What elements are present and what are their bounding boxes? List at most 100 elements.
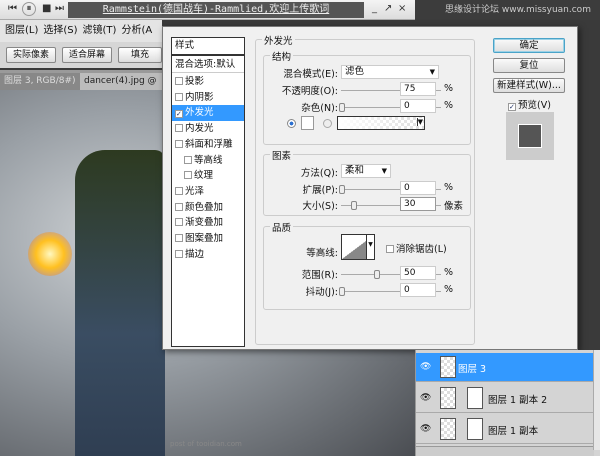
tab-dancer[interactable]: dancer(4).jpg @ 1: [80, 73, 162, 103]
eye-icon[interactable]: 👁: [420, 424, 431, 434]
eye-icon[interactable]: 👁: [420, 393, 431, 403]
elements-title: 图素: [270, 148, 294, 162]
checkbox-icon[interactable]: [175, 77, 183, 85]
technique-select[interactable]: 柔和 ▼: [341, 164, 391, 178]
opacity-label: 不透明度(O):: [281, 86, 338, 97]
noise-input[interactable]: 0: [400, 99, 436, 113]
anti-alias-checkbox[interactable]: 消除锯齿(L): [386, 241, 447, 255]
checkbox-icon[interactable]: [175, 186, 183, 195]
spread-thumb[interactable]: [339, 185, 345, 194]
style-item-label: 等高线: [194, 154, 223, 166]
contour-label: 等高线:: [306, 248, 338, 259]
next-icon[interactable]: ⏭: [55, 3, 64, 14]
stop-icon[interactable]: ■: [42, 3, 51, 14]
noise-thumb[interactable]: [339, 103, 345, 112]
style-item[interactable]: 斜面和浮雕: [172, 137, 244, 153]
blend-options-item[interactable]: 混合选项:默认: [172, 57, 244, 73]
restore-button[interactable]: ↗: [384, 3, 392, 14]
checkbox-icon[interactable]: [175, 218, 183, 227]
style-item-label: 渐变叠加: [185, 217, 224, 229]
contour-picker[interactable]: ▼: [341, 234, 375, 260]
image-watermark: post of tooidian.com: [170, 440, 242, 448]
menu-select[interactable]: 选择(S): [43, 25, 77, 36]
close-button[interactable]: ×: [398, 3, 406, 14]
checkbox-icon[interactable]: [184, 171, 192, 180]
media-player-bar: ⏮ ⏸ ■ ⏭ Rammstein(德国战车)-Rammlied,欢迎上传歌词 …: [0, 0, 415, 20]
reset-button[interactable]: 复位: [493, 58, 565, 73]
layers-scrollbar[interactable]: [593, 350, 600, 450]
style-item-label: 斜面和浮雕: [185, 138, 233, 150]
gradient-radio[interactable]: [323, 119, 332, 128]
checkbox-icon[interactable]: [175, 124, 183, 133]
ok-button[interactable]: 确定: [493, 38, 565, 53]
chevron-down-icon: ▼: [416, 118, 423, 126]
style-item[interactable]: ✓ 外发光: [172, 105, 244, 122]
tab-layer3[interactable]: 图层 3, RGB/8#): [0, 73, 80, 90]
size-input[interactable]: 30: [400, 197, 436, 211]
dancer-image: [75, 150, 165, 456]
preview-label: 预览(V): [518, 100, 551, 111]
style-item[interactable]: 描边: [172, 247, 244, 263]
styles-header[interactable]: 样式: [172, 38, 244, 56]
style-item[interactable]: 内阴影: [172, 90, 244, 106]
blend-mode-label: 混合模式(E):: [283, 69, 338, 80]
checkbox-icon[interactable]: [175, 234, 183, 242]
style-item-label: 颜色叠加: [185, 201, 224, 213]
fill-screen-button[interactable]: 填充: [118, 47, 162, 63]
actual-pixels-button[interactable]: 实际像素: [6, 47, 56, 63]
size-thumb[interactable]: [351, 201, 357, 210]
eye-icon[interactable]: 👁: [420, 362, 431, 372]
layer-name: 图层 1 副本: [488, 426, 539, 437]
layer-row[interactable]: 👁 图层 3: [416, 353, 594, 382]
style-item[interactable]: 内发光: [172, 121, 244, 137]
anti-alias-label: 消除锯齿(L): [396, 244, 447, 255]
menu-analysis[interactable]: 分析(A: [121, 25, 152, 36]
spread-unit: %: [444, 182, 454, 193]
style-item[interactable]: 纹理: [172, 168, 244, 184]
new-style-button[interactable]: 新建样式(W)...: [493, 78, 565, 93]
checkbox-checked-icon[interactable]: ✓: [175, 110, 183, 119]
fit-screen-button[interactable]: 适合屏幕: [62, 47, 112, 63]
structure-title: 结构: [270, 49, 294, 63]
opacity-input[interactable]: 75: [400, 82, 436, 96]
checkbox-icon[interactable]: [175, 139, 183, 148]
minimize-button[interactable]: _: [372, 3, 377, 14]
jitter-input[interactable]: 0: [400, 283, 436, 297]
style-item[interactable]: 投影: [172, 74, 244, 90]
size-label: 大小(S):: [302, 201, 338, 212]
style-item[interactable]: 等高线: [172, 153, 244, 169]
pause-icon[interactable]: ⏸: [22, 2, 36, 16]
checkbox-icon[interactable]: [184, 155, 192, 164]
style-preview: [506, 112, 554, 160]
checkbox-icon[interactable]: [175, 92, 183, 101]
blend-mode-select[interactable]: 滤色 ▼: [341, 65, 439, 79]
checkbox-icon[interactable]: [175, 249, 183, 258]
menu-filter[interactable]: 滤镜(T): [83, 25, 117, 36]
range-thumb[interactable]: [374, 270, 380, 279]
style-item[interactable]: 图案叠加: [172, 231, 244, 247]
layer-row[interactable]: 👁 图层 1 副本 2: [416, 384, 594, 413]
preview-swatch: [518, 124, 542, 148]
prev-icon[interactable]: ⏮: [8, 3, 17, 14]
layer-style-dialog: 样式 混合选项:默认 投影 内阴影 ✓ 外发光 内发光 斜面和浮雕等高线纹理 光泽 颜色叠加渐…: [162, 26, 578, 350]
opacity-unit: %: [444, 83, 454, 94]
style-item-label: 描边: [185, 248, 205, 260]
gradient-picker[interactable]: ▼: [337, 116, 425, 130]
style-item[interactable]: 光泽: [172, 184, 244, 200]
layer-thumbnail: [440, 418, 456, 440]
glow-color-swatch[interactable]: [301, 116, 314, 130]
range-input[interactable]: 50: [400, 266, 436, 280]
blend-mode-value: 滤色: [345, 66, 365, 77]
spread-input[interactable]: 0: [400, 181, 436, 195]
jitter-thumb[interactable]: [339, 287, 345, 296]
style-item[interactable]: 渐变叠加: [172, 215, 244, 231]
chevron-down-icon: ▼: [381, 167, 387, 175]
site-watermark: 思缘设计论坛 www.missyuan.com: [415, 0, 600, 20]
checkbox-icon[interactable]: [175, 202, 183, 211]
layer-row[interactable]: 👁 图层 1 副本: [416, 415, 594, 444]
preview-checkbox[interactable]: ✓ 预览(V): [508, 97, 551, 111]
solid-color-radio[interactable]: [287, 119, 296, 128]
menu-layer[interactable]: 图层(L): [5, 25, 38, 36]
outer-glow-group: 外发光 结构 混合模式(E): 滤色 ▼ 不透明度(O): 75 % 杂色(N):…: [255, 33, 475, 345]
style-item[interactable]: 颜色叠加: [172, 200, 244, 216]
